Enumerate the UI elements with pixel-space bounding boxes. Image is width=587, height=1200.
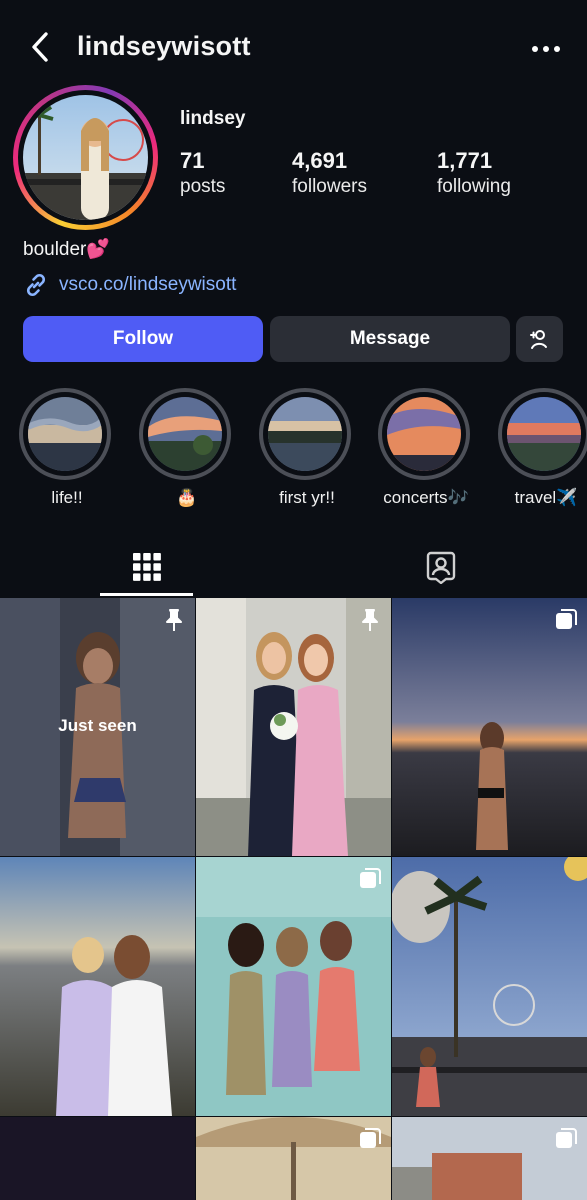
post-tile[interactable] — [392, 598, 587, 856]
post-tile[interactable] — [392, 1117, 587, 1200]
multiple-photos-icon — [556, 1128, 577, 1148]
post-image — [0, 857, 195, 1116]
stat-posts[interactable]: 71 posts — [180, 148, 225, 198]
highlight-label: travel✈️ — [514, 488, 578, 507]
pin-icon — [362, 609, 378, 631]
profile-link-text: vsco.co/lindseywisott — [59, 274, 237, 295]
add-person-icon — [529, 330, 547, 349]
posts-grid: Just seen — [0, 598, 587, 1200]
post-image — [392, 598, 587, 856]
highlight-life[interactable]: life!! — [19, 388, 115, 508]
post-image — [196, 598, 391, 856]
follow-button[interactable]: Follow — [23, 316, 263, 362]
highlight-label: concerts🎶 — [383, 488, 469, 507]
highlight-first-yr[interactable]: first yr!! — [259, 388, 355, 508]
highlight-cover — [148, 397, 222, 471]
tagged-person-icon — [426, 551, 455, 584]
post-tile[interactable] — [196, 1117, 391, 1200]
profile-tabs — [0, 538, 587, 598]
multiple-photos-icon — [556, 609, 577, 629]
post-tile[interactable] — [196, 598, 391, 856]
tab-tagged[interactable] — [294, 538, 587, 596]
grid-icon — [132, 553, 161, 581]
highlight-label: first yr!! — [279, 488, 335, 507]
highlight-label: 🎂 — [176, 488, 198, 507]
stat-following[interactable]: 1,771 following — [437, 148, 511, 198]
highlight-travel[interactable]: travel✈️ — [498, 388, 587, 508]
active-tab-indicator — [100, 593, 193, 596]
post-image — [196, 857, 391, 1116]
post-tile[interactable]: Just seen — [0, 598, 195, 856]
post-tile[interactable] — [0, 857, 195, 1116]
post-tile[interactable] — [392, 857, 587, 1116]
post-image — [392, 857, 587, 1116]
link-icon — [26, 273, 46, 297]
highlight-label: life!! — [51, 488, 83, 507]
highlight-cover — [507, 397, 581, 471]
just-seen-label: Just seen — [58, 716, 137, 735]
pin-icon — [166, 609, 182, 631]
stat-posts-label: posts — [180, 176, 226, 197]
message-button[interactable]: Message — [270, 316, 510, 362]
highlight-cover — [28, 397, 102, 471]
avatar-story-ring[interactable] — [13, 85, 158, 230]
highlight-birthday[interactable]: 🎂 — [139, 388, 235, 508]
avatar — [23, 95, 148, 220]
highlight-cover — [268, 397, 342, 471]
stat-followers[interactable]: 4,691 followers — [292, 148, 367, 198]
suggest-users-button[interactable] — [516, 316, 563, 362]
profile-bio: boulder💕 — [23, 239, 111, 260]
stat-posts-value: 71 — [180, 148, 205, 173]
multiple-photos-icon — [360, 868, 381, 888]
tab-posts-grid[interactable] — [0, 538, 293, 596]
profile-header: lindseywisott — [0, 0, 587, 96]
stat-following-value: 1,771 — [437, 148, 493, 173]
profile-link[interactable]: vsco.co/lindseywisott — [23, 272, 236, 298]
multiple-photos-icon — [360, 1128, 381, 1148]
highlight-concerts[interactable]: concerts🎶 — [378, 388, 474, 508]
post-tile[interactable] — [196, 857, 391, 1116]
profile-username: lindseywisott — [77, 31, 251, 61]
stat-followers-value: 4,691 — [292, 148, 348, 173]
post-tile[interactable] — [0, 1117, 195, 1200]
more-options-icon[interactable] — [531, 44, 561, 54]
post-image — [0, 1117, 195, 1200]
back-arrow-icon[interactable] — [26, 30, 56, 64]
stat-following-label: following — [437, 176, 511, 197]
profile-display-name: lindsey — [180, 108, 246, 129]
stat-followers-label: followers — [292, 176, 367, 197]
highlight-cover — [387, 397, 461, 471]
